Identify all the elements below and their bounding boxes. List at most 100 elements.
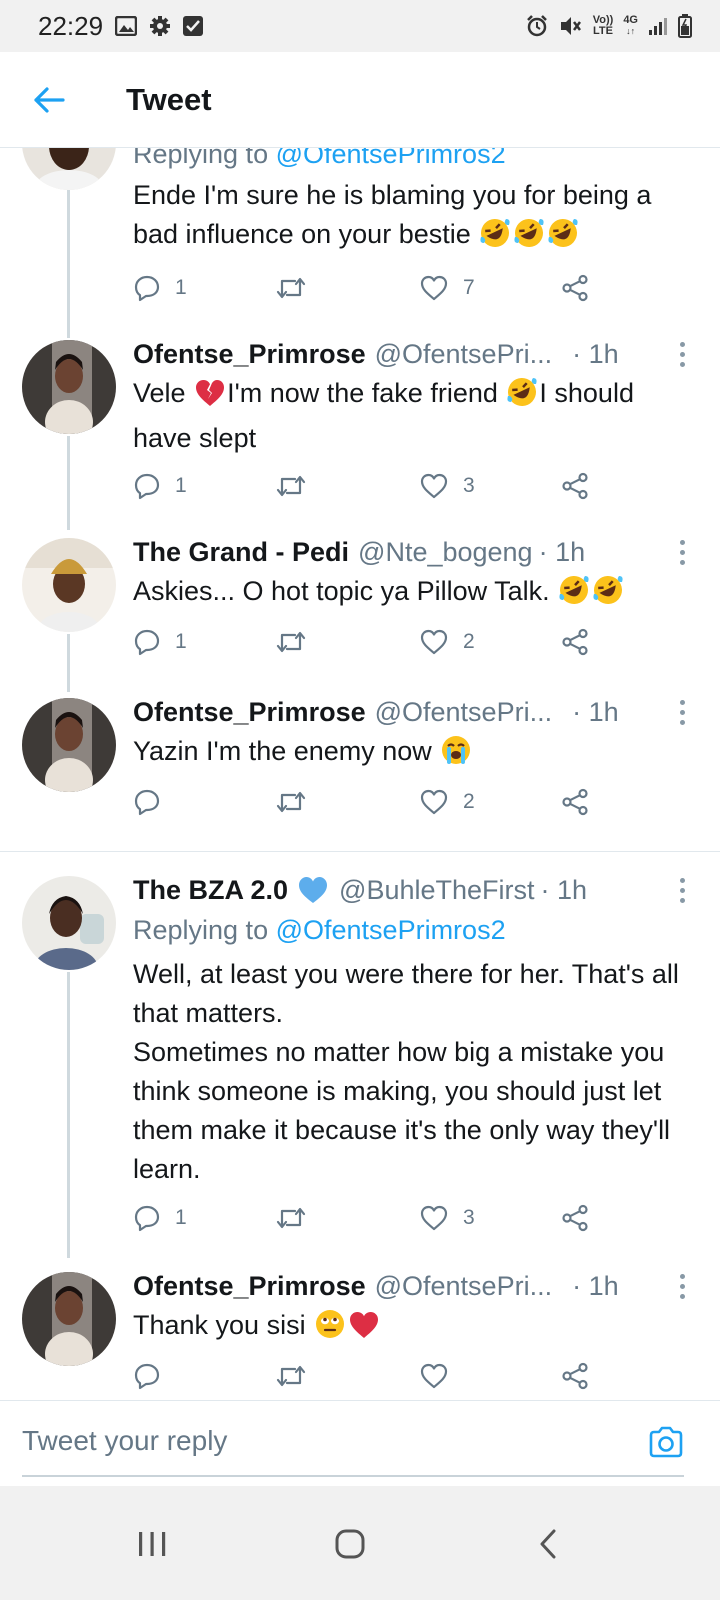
share-button[interactable]: [561, 782, 589, 822]
avatar[interactable]: [22, 1272, 116, 1366]
recents-button[interactable]: [122, 1522, 182, 1566]
retweet-button[interactable]: [275, 622, 321, 662]
retweet-icon: [276, 791, 306, 813]
tweet-item[interactable]: Ofentse_Primrose @OfentsePri... · 1h Tha…: [0, 1268, 720, 1418]
camera-button[interactable]: [648, 1425, 684, 1461]
avatar[interactable]: [22, 340, 116, 434]
heart-icon: [420, 473, 448, 499]
replying-label: Replying to: [133, 148, 269, 169]
reply-button[interactable]: 1: [133, 1198, 187, 1238]
tweet-item[interactable]: Replying to @OfentsePrimros2 Ende I'm su…: [0, 148, 720, 338]
display-name[interactable]: Ofentse_Primrose: [133, 336, 366, 372]
share-icon: [562, 788, 588, 816]
like-button[interactable]: 2: [419, 782, 475, 822]
more-options-button[interactable]: [672, 872, 692, 908]
retweet-button[interactable]: [275, 782, 321, 822]
retweet-button[interactable]: [275, 1356, 321, 1396]
avatar[interactable]: [22, 876, 116, 970]
like-button[interactable]: 7: [419, 268, 475, 308]
face-with-rolling-eyes-emoji: [314, 1308, 346, 1351]
rofl-emoji: [547, 217, 579, 260]
share-button[interactable]: [561, 1198, 589, 1238]
reply-button[interactable]: 1: [133, 622, 187, 662]
red-heart-emoji: [348, 1310, 380, 1351]
retweet-button[interactable]: [275, 1198, 321, 1238]
alarm-icon: [525, 14, 549, 38]
reply-icon: [134, 789, 160, 816]
tweet-actions: 1 7: [133, 268, 613, 308]
tweet-text-part: I'm now the fake friend: [227, 378, 498, 408]
reply-input[interactable]: Tweet your reply: [22, 1425, 227, 1457]
user-handle: @OfentsePri...: [374, 697, 553, 727]
mute-icon: [559, 15, 583, 37]
like-button[interactable]: 3: [419, 466, 475, 506]
avatar[interactable]: [22, 698, 116, 792]
tweet-item[interactable]: The BZA 2.0 @BuhleTheFirst · 1h Replying…: [0, 872, 720, 1262]
more-options-button[interactable]: [672, 336, 692, 372]
reply-button[interactable]: [133, 782, 175, 822]
retweet-button[interactable]: [275, 268, 321, 308]
reply-button[interactable]: [133, 1356, 175, 1396]
like-count: 3: [463, 1206, 475, 1229]
arrow-left-icon: [34, 86, 65, 113]
heart-icon: [420, 1363, 448, 1389]
avatar[interactable]: [22, 538, 116, 632]
reply-count: 1: [175, 1206, 187, 1229]
tweet-item[interactable]: Ofentse_Primrose @OfentsePri... · 1h Vel…: [0, 336, 720, 530]
more-options-button[interactable]: [672, 694, 692, 730]
back-nav-button[interactable]: [518, 1522, 578, 1566]
replying-label: Replying to: [133, 915, 269, 945]
page-title: Tweet: [126, 81, 212, 117]
more-options-button[interactable]: [672, 534, 692, 570]
display-name[interactable]: The Grand - Pedi: [133, 534, 349, 570]
back-button[interactable]: [0, 52, 96, 148]
like-button[interactable]: [419, 1356, 463, 1396]
like-button[interactable]: 3: [419, 1198, 475, 1238]
tweet-actions: 1 2: [133, 622, 613, 662]
more-options-button[interactable]: [672, 1268, 692, 1304]
tweet-text-part: Vele: [133, 378, 186, 408]
display-name[interactable]: Ofentse_Primrose: [133, 1268, 366, 1304]
tweet-text: Well, at least you were there for her. T…: [133, 955, 690, 1189]
reply-composer: Tweet your reply: [0, 1400, 720, 1486]
system-nav-bar: [0, 1486, 720, 1600]
share-button[interactable]: [561, 1356, 589, 1396]
reply-thread[interactable]: Replying to @OfentsePrimros2 Ende I'm su…: [0, 148, 720, 1428]
tweet-item[interactable]: The Grand - Pedi @Nte_bogeng · 1h Askies…: [0, 534, 720, 692]
reply-button[interactable]: 1: [133, 268, 187, 308]
mention-link[interactable]: @OfentsePrimros2: [276, 148, 506, 169]
image-icon: [115, 16, 138, 36]
reply-count: 1: [175, 630, 187, 653]
display-name[interactable]: Ofentse_Primrose: [133, 694, 366, 730]
display-name[interactable]: The BZA 2.0: [133, 872, 288, 908]
tweet-header: Ofentse_Primrose @OfentsePri... · 1h: [133, 1268, 690, 1304]
like-button[interactable]: 2: [419, 622, 475, 662]
mention-link[interactable]: @OfentsePrimros2: [276, 915, 506, 945]
tweet-header: The Grand - Pedi @Nte_bogeng · 1h: [133, 534, 690, 570]
replying-to: Replying to @OfentsePrimros2: [133, 148, 690, 172]
rofl-emoji: [558, 574, 590, 617]
tweet-content: The BZA 2.0 @BuhleTheFirst · 1h Replying…: [133, 872, 690, 1189]
avatar-image: [22, 340, 116, 434]
tweet-text: Askies... O hot topic ya Pillow Talk.: [133, 572, 690, 617]
tweet-item[interactable]: Ofentse_Primrose @OfentsePri... · 1h Yaz…: [0, 694, 720, 834]
rofl-emoji: [506, 376, 538, 419]
like-count: 2: [463, 790, 475, 813]
share-icon: [562, 628, 588, 656]
reply-button[interactable]: 1: [133, 466, 187, 506]
retweet-button[interactable]: [275, 466, 321, 506]
avatar[interactable]: [22, 148, 116, 190]
rofl-emoji: [592, 574, 624, 617]
share-button[interactable]: [561, 622, 589, 662]
retweet-icon: [276, 631, 306, 653]
share-button[interactable]: [561, 268, 589, 308]
user-handle: @OfentsePri...: [374, 1271, 553, 1301]
share-button[interactable]: [561, 466, 589, 506]
share-icon: [562, 1204, 588, 1232]
thread-connector: [67, 972, 70, 1258]
verified-badge-icon: [299, 877, 328, 903]
timestamp: · 1h: [538, 537, 586, 567]
timestamp: · 1h: [540, 875, 588, 905]
home-button[interactable]: [320, 1522, 380, 1566]
retweet-icon: [276, 277, 306, 299]
